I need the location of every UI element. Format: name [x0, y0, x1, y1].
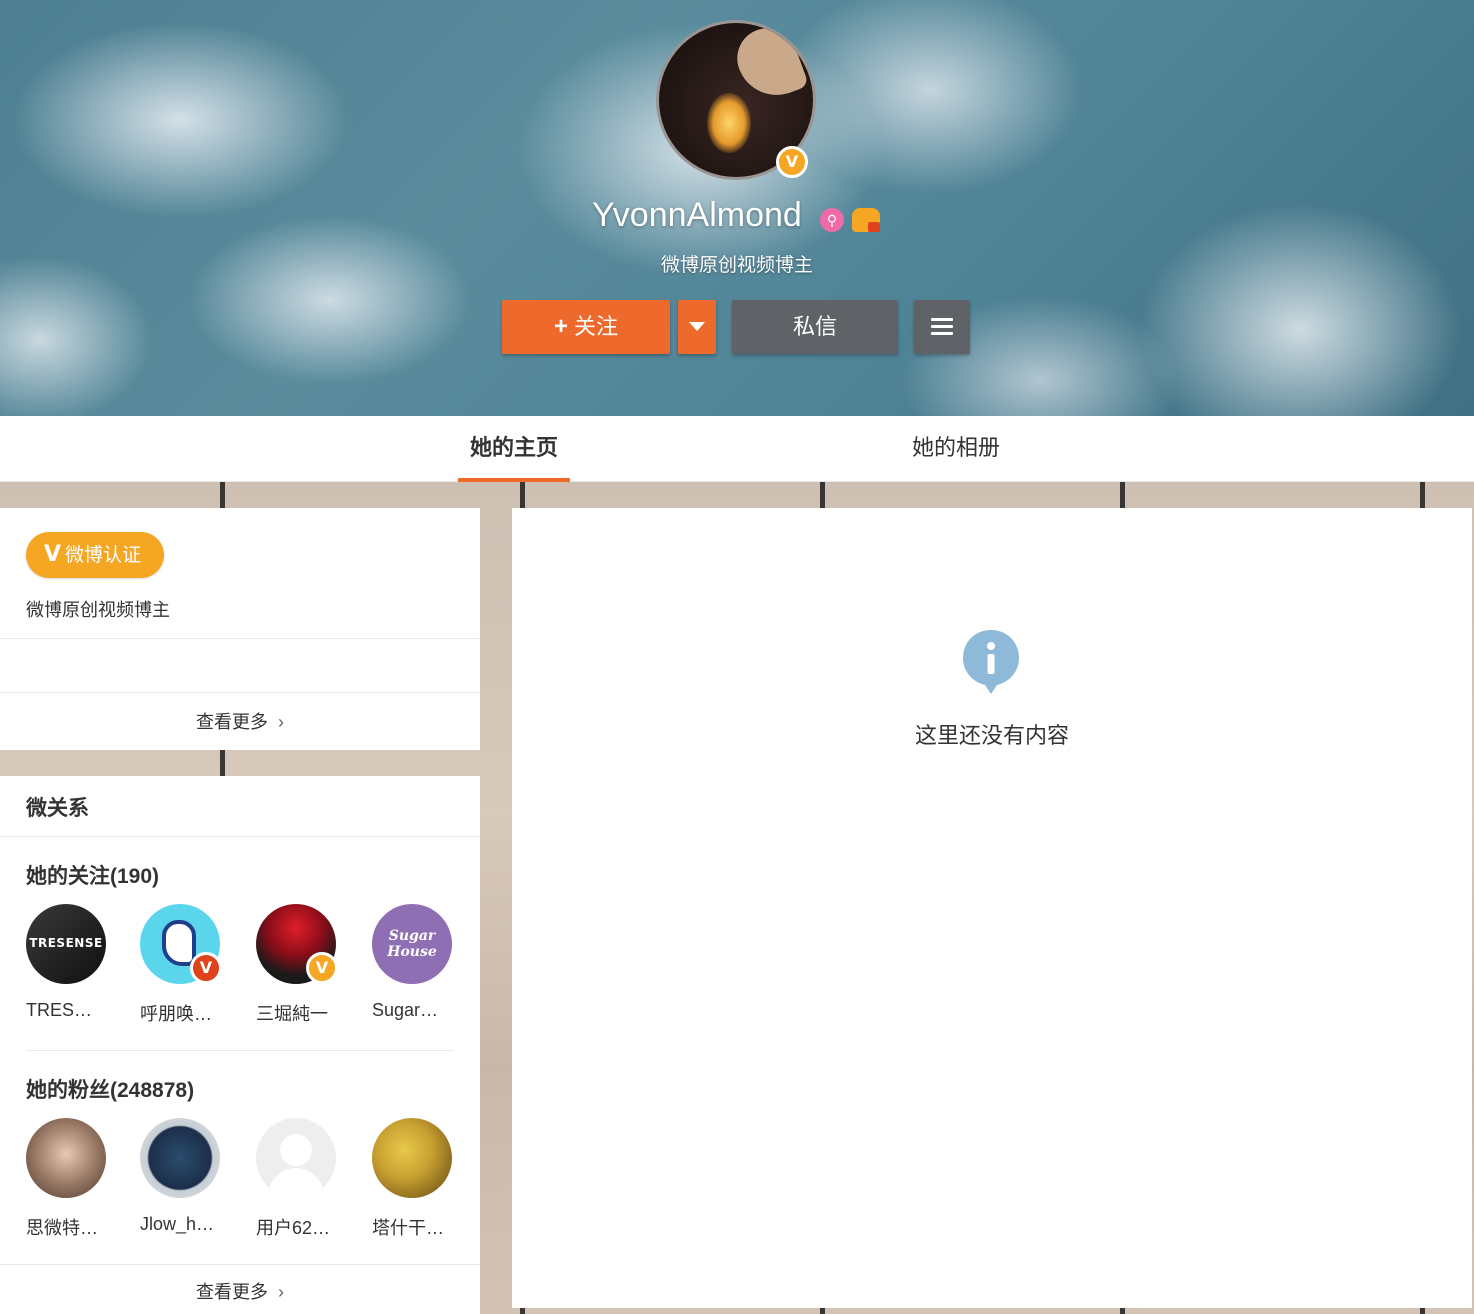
main-feed-card: 这里还没有内容 — [512, 508, 1472, 1308]
chevron-right-icon: › — [278, 712, 284, 732]
following-item[interactable]: TRESENSE TRES… — [26, 904, 122, 1021]
empty-state-text: 这里还没有内容 — [914, 723, 1069, 748]
info-icon — [963, 630, 1019, 694]
verified-icon: V — [776, 146, 808, 178]
tab-home[interactable]: 她的主页 — [458, 416, 570, 482]
weibo-certification-badge[interactable]: V 微博认证 — [26, 532, 164, 578]
fan-item[interactable]: 塔什干… — [372, 1118, 468, 1240]
following-item[interactable]: V 三堀純一 — [256, 904, 352, 1026]
following-item[interactable]: Sugar House Sugar… — [372, 904, 468, 1021]
avatar: Sugar House — [372, 904, 452, 984]
following-title[interactable]: 她的关注(190) — [26, 860, 159, 890]
message-button[interactable]: 私信 — [732, 300, 898, 354]
plus-icon: + — [553, 313, 568, 340]
fan-item[interactable]: Jlow_h… — [140, 1118, 236, 1235]
verified-v-icon: V — [44, 542, 62, 567]
person-name: 三堀純一 — [256, 1004, 328, 1024]
avatar — [26, 1118, 106, 1198]
person-name: 用户62… — [256, 1218, 331, 1238]
fan-item[interactable]: 用户62… — [256, 1118, 352, 1240]
follow-dropdown-button[interactable] — [678, 300, 716, 354]
fan-item[interactable]: 思微特… — [26, 1118, 122, 1240]
divider — [26, 1050, 454, 1051]
profile-tabbar: 她的主页 她的相册 — [0, 416, 1474, 482]
person-name: 思微特… — [26, 1218, 98, 1238]
hamburger-icon — [931, 318, 953, 336]
avatar: V — [256, 904, 338, 984]
avatar — [140, 1118, 220, 1198]
follow-label: 关注 — [574, 314, 619, 339]
following-item[interactable]: V 呼朋唤… — [140, 904, 236, 1026]
avatar-hand-art — [728, 23, 810, 107]
certification-label: 微博认证 — [65, 545, 142, 566]
default-avatar-icon — [256, 1118, 336, 1198]
divider — [0, 692, 480, 693]
profile-cover: V YvonnAlmond ⚲ 微博原创视频博主 + 关注 私信 — [0, 0, 1474, 416]
avatar-logo-text: TRESENSE — [29, 936, 103, 950]
verified-icon: V — [190, 952, 222, 984]
person-name: 塔什干… — [372, 1218, 444, 1238]
divider — [0, 836, 480, 837]
see-more-label: 查看更多 — [196, 1282, 268, 1302]
divider — [0, 638, 480, 639]
avatar: V — [140, 904, 222, 984]
see-more-label: 查看更多 — [196, 712, 268, 732]
chevron-right-icon: › — [278, 1282, 284, 1302]
avatar-glow-art — [707, 93, 751, 153]
vip-level-icon[interactable] — [852, 208, 880, 232]
tab-album[interactable]: 她的相册 — [900, 416, 1012, 482]
relations-card: 微关系 她的关注(190) TRESENSE TRES… V 呼朋唤… V 三堀… — [0, 776, 480, 1314]
person-name: 呼朋唤… — [140, 1004, 212, 1024]
cert-see-more-link[interactable]: 查看更多 › — [0, 694, 480, 750]
avatar-logo-text: Sugar House — [387, 928, 437, 960]
certification-description: 微博原创视频博主 — [26, 600, 170, 620]
certification-card: V 微博认证 微博原创视频博主 查看更多 › — [0, 508, 480, 750]
verified-icon: V — [306, 952, 338, 984]
more-menu-button[interactable] — [914, 300, 970, 354]
follow-button[interactable]: + 关注 — [502, 300, 670, 354]
avatar: TRESENSE — [26, 904, 106, 984]
person-name: Jlow_h… — [140, 1214, 215, 1234]
fans-title[interactable]: 她的粉丝(248878) — [26, 1074, 194, 1104]
profile-bio: 微博原创视频博主 — [660, 255, 813, 276]
female-icon: ⚲ — [820, 208, 844, 232]
caret-down-icon — [689, 322, 705, 331]
person-name: TRES… — [26, 1000, 93, 1020]
person-name: Sugar… — [372, 1000, 439, 1020]
relations-title: 微关系 — [26, 797, 89, 820]
avatar — [372, 1118, 452, 1198]
relations-see-more-link[interactable]: 查看更多 › — [0, 1264, 480, 1314]
profile-username: YvonnAlmond — [592, 196, 802, 234]
